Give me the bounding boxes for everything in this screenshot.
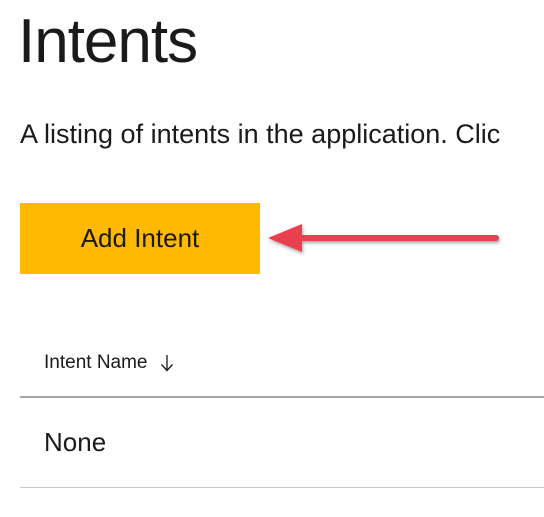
intent-name-cell[interactable]: None [44, 427, 106, 458]
page-title: Intents [18, 7, 198, 76]
column-header-intent-name[interactable]: Intent Name [44, 352, 174, 374]
arrow-down-icon [160, 355, 173, 372]
add-intent-button[interactable]: Add Intent [20, 203, 260, 274]
column-header-label: Intent Name [44, 352, 148, 373]
table-header: Intent Name [20, 330, 544, 398]
intents-table: Intent Name None [20, 330, 544, 488]
annotation-arrow-head [268, 224, 302, 252]
table-row[interactable]: None [20, 398, 544, 488]
page-description: A listing of intents in the application.… [20, 119, 501, 149]
annotation-arrow [268, 224, 499, 252]
